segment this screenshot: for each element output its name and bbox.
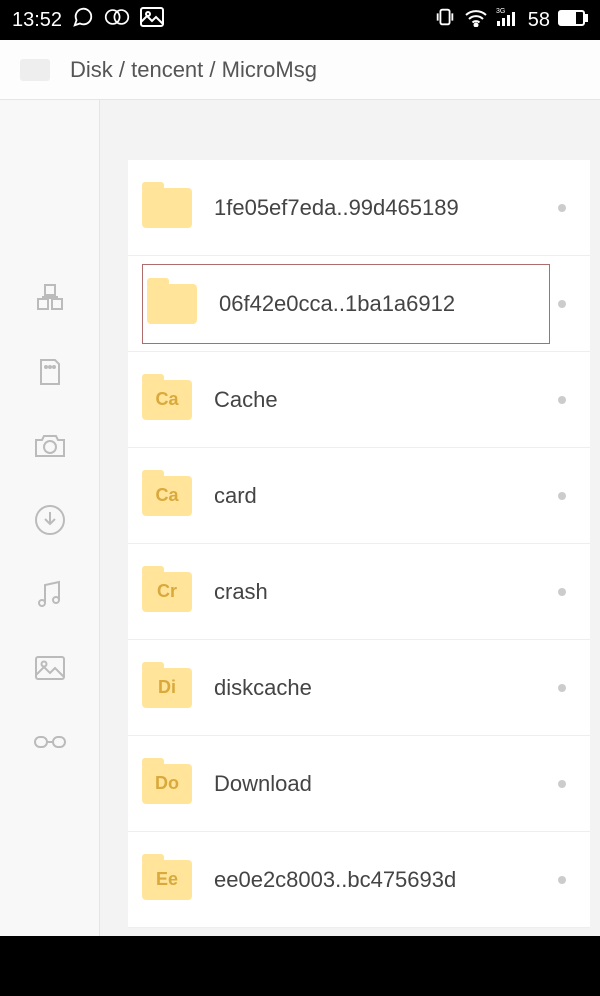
file-name: 06f42e0cca..1ba1a6912 [219,291,549,317]
battery-icon [558,9,588,32]
row-menu-dot[interactable] [558,780,566,788]
battery-level: 58 [528,9,550,32]
sidebar-category-icon[interactable] [32,280,68,316]
folder-icon [147,284,197,324]
row-menu-dot[interactable] [558,876,566,884]
file-name: diskcache [214,675,550,701]
file-name: 1fe05ef7eda..99d465189 [214,195,550,221]
vibrate-icon [434,6,456,34]
wifi-icon [464,7,488,33]
svg-text:3G: 3G [496,8,505,15]
circles-icon [104,6,130,34]
folder-icon: Cr [142,572,192,612]
row-menu-dot[interactable] [558,396,566,404]
picture-icon [140,7,164,33]
signal-icon: 3G [496,7,520,33]
content: 1fe05ef7eda..99d465189 06f42e0cca..1ba1a… [100,100,600,936]
sidebar-glasses-icon[interactable] [32,724,68,760]
sidebar-camera-icon[interactable] [32,428,68,464]
file-name: Download [214,771,550,797]
file-row[interactable]: Cr crash [128,544,590,640]
folder-icon [142,188,192,228]
breadcrumb-root-icon [20,59,50,81]
status-right: 3G 58 [434,6,588,34]
row-menu-dot[interactable] [558,492,566,500]
file-row[interactable]: Ca card [128,448,590,544]
file-name: ee0e2c8003..bc475693d [214,867,550,893]
file-row[interactable]: Di diskcache [128,640,590,736]
file-row[interactable]: 1fe05ef7eda..99d465189 [128,160,590,256]
sidebar-sd-icon[interactable] [32,354,68,390]
main: 1fe05ef7eda..99d465189 06f42e0cca..1ba1a… [0,100,600,936]
chat-icon [72,6,94,34]
file-name: card [214,483,550,509]
folder-icon: Do [142,764,192,804]
file-list: 1fe05ef7eda..99d465189 06f42e0cca..1ba1a… [128,160,590,928]
sidebar-music-icon[interactable] [32,576,68,612]
row-menu-dot[interactable] [558,684,566,692]
sidebar-download-icon[interactable] [32,502,68,538]
row-menu-dot[interactable] [558,300,566,308]
folder-icon: Ee [142,860,192,900]
file-row[interactable]: Ee ee0e2c8003..bc475693d [128,832,590,928]
folder-icon: Ca [142,380,192,420]
breadcrumb[interactable]: Disk / tencent / MicroMsg [0,40,600,100]
folder-icon: Ca [142,476,192,516]
sidebar-picture-icon[interactable] [32,650,68,686]
bottom-bar [0,936,600,996]
file-row[interactable]: Do Download [128,736,590,832]
sidebar [0,100,100,936]
status-time: 13:52 [12,9,62,32]
file-row[interactable]: Ca Cache [128,352,590,448]
row-menu-dot[interactable] [558,204,566,212]
status-left: 13:52 [12,6,164,34]
folder-icon: Di [142,668,192,708]
status-bar: 13:52 3G 58 [0,0,600,40]
file-row[interactable]: 06f42e0cca..1ba1a6912 [128,256,590,352]
breadcrumb-path: Disk / tencent / MicroMsg [70,57,317,83]
file-name: crash [214,579,550,605]
row-menu-dot[interactable] [558,588,566,596]
file-name: Cache [214,387,550,413]
